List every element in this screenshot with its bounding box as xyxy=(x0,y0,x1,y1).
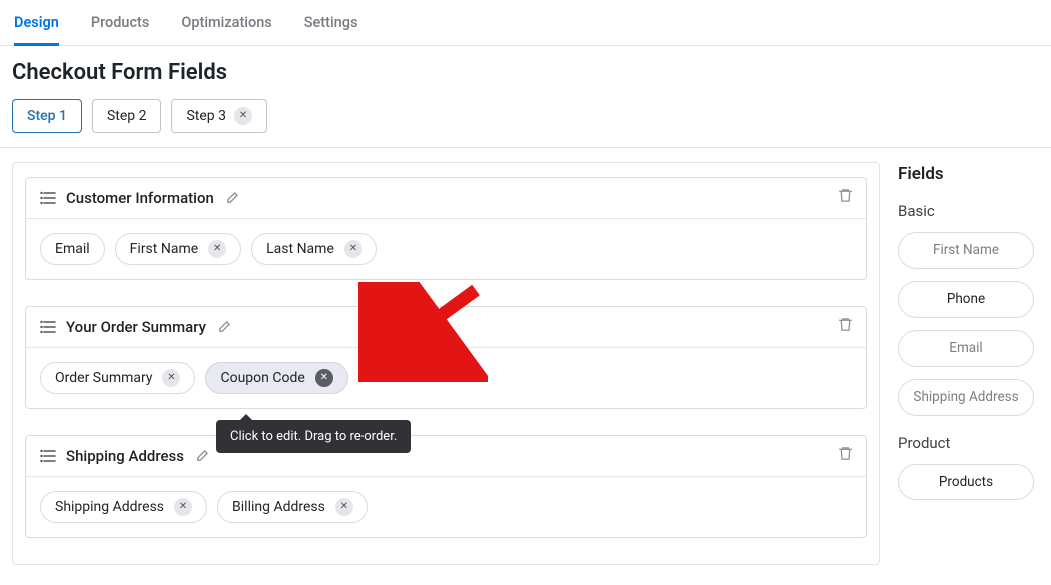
close-icon[interactable]: ✕ xyxy=(315,369,333,387)
field-chip-email[interactable]: Email xyxy=(40,233,105,265)
sidebar-field-email[interactable]: Email xyxy=(898,330,1034,367)
step-1-button[interactable]: Step 1 xyxy=(12,99,82,133)
step-3-button[interactable]: Step 3 ✕ xyxy=(171,99,267,133)
sidebar-heading: Fields xyxy=(898,164,1034,184)
drag-handle-icon[interactable] xyxy=(40,449,56,463)
section-title: Shipping Address xyxy=(66,447,184,465)
step-label: Step 3 xyxy=(186,108,226,124)
chip-label: Coupon Code xyxy=(220,370,304,386)
field-chip-order-summary[interactable]: Order Summary ✕ xyxy=(40,362,195,394)
section-shipping-address: Shipping Address Shipping Address ✕ Bill… xyxy=(25,435,867,538)
section-header[interactable]: Your Order Summary xyxy=(26,307,866,348)
drag-handle-icon[interactable] xyxy=(40,191,56,205)
drag-handle-icon[interactable] xyxy=(40,320,56,334)
sidebar-field-phone[interactable]: Phone xyxy=(898,281,1034,318)
section-body: Shipping Address ✕ Billing Address ✕ xyxy=(26,477,866,537)
page-title: Checkout Form Fields xyxy=(0,46,1051,95)
chip-label: Order Summary xyxy=(55,370,152,386)
field-chip-billing-address[interactable]: Billing Address ✕ xyxy=(217,491,368,523)
chip-label: Last Name xyxy=(266,241,334,257)
close-icon[interactable]: ✕ xyxy=(234,107,252,125)
field-chip-last-name[interactable]: Last Name ✕ xyxy=(251,233,377,265)
trash-icon[interactable] xyxy=(837,187,854,208)
pencil-icon[interactable] xyxy=(224,191,239,206)
close-icon[interactable]: ✕ xyxy=(208,240,226,258)
pencil-icon[interactable] xyxy=(216,320,231,335)
sidebar-group-basic: Basic xyxy=(898,202,1034,220)
field-chip-shipping-address[interactable]: Shipping Address ✕ xyxy=(40,491,207,523)
pencil-icon[interactable] xyxy=(194,449,209,464)
sidebar-field-products[interactable]: Products xyxy=(898,464,1034,501)
trash-icon[interactable] xyxy=(837,445,854,466)
section-body: Order Summary ✕ Coupon Code ✕ xyxy=(26,348,866,408)
step-label: Step 1 xyxy=(27,108,67,124)
chip-label: Billing Address xyxy=(232,499,325,515)
section-title: Customer Information xyxy=(66,189,214,207)
tab-products[interactable]: Products xyxy=(91,14,150,45)
tab-optimizations[interactable]: Optimizations xyxy=(181,14,271,45)
step-label: Step 2 xyxy=(107,108,147,124)
top-nav: Design Products Optimizations Settings xyxy=(0,0,1051,46)
close-icon[interactable]: ✕ xyxy=(344,240,362,258)
chip-label: First Name xyxy=(130,241,198,257)
tab-design[interactable]: Design xyxy=(14,14,59,46)
field-chip-coupon-code[interactable]: Coupon Code ✕ xyxy=(205,362,347,394)
fields-sidebar: Fields Basic First Name Phone Email Ship… xyxy=(898,162,1034,512)
sidebar-group-product: Product xyxy=(898,434,1034,452)
step-row: Step 1 Step 2 Step 3 ✕ xyxy=(0,95,1051,147)
close-icon[interactable]: ✕ xyxy=(174,498,192,516)
close-icon[interactable]: ✕ xyxy=(335,498,353,516)
step-2-button[interactable]: Step 2 xyxy=(92,99,162,133)
field-chip-first-name[interactable]: First Name ✕ xyxy=(115,233,241,265)
canvas: Customer Information Email First Name ✕ … xyxy=(0,147,1051,585)
trash-icon[interactable] xyxy=(837,316,854,337)
sidebar-field-first-name[interactable]: First Name xyxy=(898,232,1034,269)
section-header[interactable]: Shipping Address xyxy=(26,436,866,477)
tooltip: Click to edit. Drag to re-order. xyxy=(216,420,411,453)
section-header[interactable]: Customer Information xyxy=(26,178,866,219)
section-body: Email First Name ✕ Last Name ✕ xyxy=(26,219,866,279)
tab-settings[interactable]: Settings xyxy=(304,14,358,45)
sidebar-field-shipping-address[interactable]: Shipping Address xyxy=(898,379,1034,416)
chip-label: Email xyxy=(55,241,90,257)
section-title: Your Order Summary xyxy=(66,318,206,336)
section-order-summary: Your Order Summary Order Summary ✕ Coupo… xyxy=(25,306,867,409)
section-customer-information: Customer Information Email First Name ✕ … xyxy=(25,177,867,280)
form-builder: Customer Information Email First Name ✕ … xyxy=(12,162,880,565)
chip-label: Shipping Address xyxy=(55,499,164,515)
close-icon[interactable]: ✕ xyxy=(162,369,180,387)
